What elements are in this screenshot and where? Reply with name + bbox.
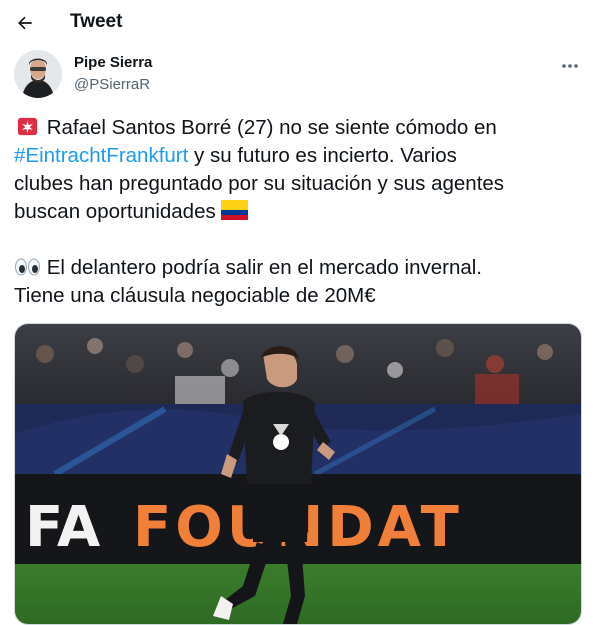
- siren-icon: [17, 117, 38, 136]
- tweet-line-text: Rafael Santos Borré (27) no se siente có…: [46, 116, 497, 139]
- eyes-icon: [15, 258, 40, 276]
- more-options-button[interactable]: [556, 56, 584, 76]
- arrow-left-icon: [18, 16, 32, 30]
- page-title: Tweet: [70, 11, 123, 32]
- tweet-line: El delantero podría salir en el mercado …: [14, 254, 586, 282]
- colombia-flag-icon: [221, 200, 249, 220]
- tweet-line: Rafael Santos Borré (27) no se siente có…: [14, 114, 586, 142]
- tweet-text: Rafael Santos Borré (27) no se siente có…: [14, 114, 586, 310]
- author-name[interactable]: Pipe Sierra: [74, 54, 152, 71]
- author-handle[interactable]: @PSierraR: [74, 76, 150, 93]
- tweet-line-text: buscan oportunidades: [14, 200, 216, 223]
- more-dots-icon: [562, 64, 578, 68]
- tweet-line-text: y su futuro es incierto. Varios: [188, 144, 457, 167]
- tweet-line: Tiene una cláusula negociable de 20M€: [14, 284, 376, 307]
- stadium-photo: FA FOUNDAT: [15, 324, 581, 624]
- avatar[interactable]: [14, 50, 62, 98]
- tweet-line: buscan oportunidades: [14, 198, 586, 226]
- hashtag-link[interactable]: #EintrachtFrankfurt: [14, 144, 188, 167]
- tweet-line: clubes han preguntado por su situación y…: [14, 172, 505, 195]
- top-bar: Tweet: [0, 0, 598, 46]
- tweet-line: #EintrachtFrankfurt y su futuro es incie…: [14, 142, 586, 170]
- tweet-media-photo[interactable]: FA FOUNDAT: [14, 323, 582, 625]
- profile-photo: [14, 50, 62, 98]
- banner-text-left: FA: [25, 495, 101, 560]
- back-button[interactable]: [10, 8, 40, 38]
- tweet-line-text: El delantero podría salir en el mercado …: [46, 256, 482, 279]
